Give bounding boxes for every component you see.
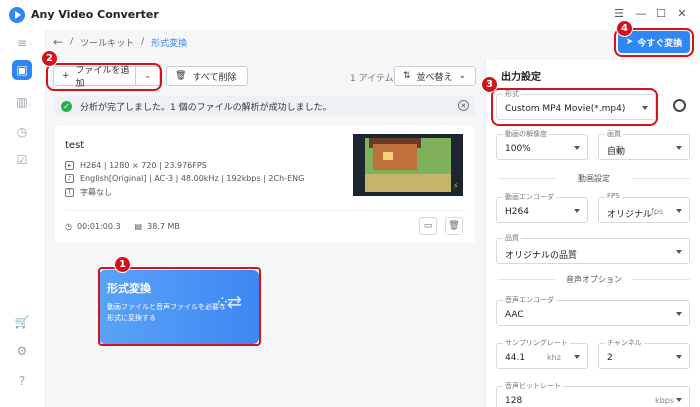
file-card[interactable]: test ▸ H264 | 1280 × 720 | 23.976FPS ♪ E… bbox=[55, 126, 475, 243]
audio-bitrate-select[interactable]: 音声ビットレート 128 kbps bbox=[496, 381, 690, 407]
subtitle-info: 字幕なし bbox=[80, 188, 112, 197]
settings-icon[interactable]: ⚙ bbox=[12, 341, 32, 361]
back-arrow-icon[interactable]: ← bbox=[53, 35, 63, 49]
step-badge-3: 3 bbox=[481, 76, 498, 93]
chevron-down-icon bbox=[574, 355, 580, 359]
app-title: Any Video Converter bbox=[31, 8, 159, 21]
duration: 00:01:00.3 bbox=[76, 222, 121, 231]
chevron-down-icon bbox=[676, 209, 682, 213]
breadcrumb-root[interactable]: ツールキット bbox=[80, 36, 134, 49]
clear-all-button[interactable]: 🗑 すべて削除 bbox=[166, 66, 248, 86]
sample-rate-select[interactable]: サンプリングレート 44.1 khz bbox=[496, 338, 588, 369]
close-icon[interactable]: ✕ bbox=[675, 7, 689, 20]
folder-icon[interactable]: ▭ bbox=[419, 217, 437, 235]
maximize-icon[interactable]: ☐ bbox=[654, 7, 668, 20]
chevron-down-icon: ⌄ bbox=[458, 71, 467, 81]
chevron-down-icon bbox=[574, 146, 580, 150]
video-encoder-select[interactable]: 動画エンコーダ H264 bbox=[496, 192, 588, 223]
sidebar: ≡ ▣ ▥ ◷ ☑ 🛒 ⚙ ? bbox=[0, 30, 44, 407]
step-badge-4: 4 bbox=[616, 20, 633, 37]
chevron-down-icon bbox=[676, 355, 682, 359]
library-icon[interactable]: ▥ bbox=[12, 92, 32, 112]
panel-title: 出力設定 bbox=[501, 72, 541, 83]
chevron-down-icon bbox=[676, 312, 682, 316]
bolt-icon: ⚡ bbox=[452, 182, 459, 192]
item-count: 1 アイテム bbox=[350, 74, 394, 84]
status-bar: ✓ 分析が完了しました。1 個のファイルの解析が成功しました。 ✕ bbox=[55, 96, 475, 116]
trash-icon: 🗑 bbox=[175, 71, 187, 81]
video-settings-heading: 動画設定 bbox=[498, 173, 690, 184]
audio-options-heading: 音声オプション bbox=[498, 274, 690, 285]
chevron-down-icon bbox=[676, 398, 682, 402]
breadcrumb: ← / ツールキット / 形式変換 bbox=[53, 35, 188, 49]
audio-encoder-select[interactable]: 音声エンコーダ AAC bbox=[496, 295, 690, 326]
collapse-icon[interactable]: ≡ bbox=[12, 33, 32, 53]
app-window: Any Video Converter ☰ — ☐ ✕ ≡ ▣ ▥ ◷ ☑ 🛒 … bbox=[0, 0, 700, 407]
menu-icon[interactable]: ☰ bbox=[612, 7, 626, 20]
resolution-select[interactable]: 動画の解像度 100% bbox=[496, 129, 588, 160]
video-info: H264 | 1280 × 720 | 23.976FPS bbox=[80, 161, 207, 170]
channel-select[interactable]: チャンネル 2 bbox=[598, 338, 690, 369]
history-icon[interactable]: ◷ bbox=[12, 122, 32, 142]
chevron-down-icon bbox=[676, 250, 682, 254]
fps-select[interactable]: FPS オリジナル fps bbox=[598, 192, 690, 223]
format-settings-gear-icon[interactable] bbox=[673, 99, 686, 112]
video-quality-select[interactable]: 品質 オリジナルの品質 bbox=[496, 233, 690, 264]
title-bar: Any Video Converter ☰ — ☐ ✕ bbox=[0, 0, 700, 30]
help-icon[interactable]: ? bbox=[12, 371, 32, 391]
clock-icon: ◷ bbox=[65, 222, 72, 231]
video-thumbnail[interactable]: ⚡ bbox=[353, 134, 463, 196]
highlight-step-3 bbox=[491, 88, 658, 126]
audio-info-icon: ♪ bbox=[65, 174, 74, 183]
highlight-step-1 bbox=[98, 267, 261, 346]
file-size: 38.7 MB bbox=[147, 222, 180, 231]
step-badge-1: 1 bbox=[114, 256, 131, 273]
close-status-icon[interactable]: ✕ bbox=[458, 100, 469, 111]
step-badge-2: 2 bbox=[41, 50, 58, 67]
sort-icon: ⇅ bbox=[403, 71, 411, 81]
cart-icon[interactable]: 🛒 bbox=[12, 312, 32, 332]
sort-button[interactable]: ⇅ 並べ替え ⌄ bbox=[394, 66, 476, 86]
minimize-icon[interactable]: — bbox=[634, 7, 648, 20]
toolkit-icon[interactable]: ▣ bbox=[12, 60, 32, 80]
delete-file-icon[interactable]: 🗑 bbox=[445, 217, 463, 235]
status-message: 分析が完了しました。1 個のファイルの解析が成功しました。 bbox=[80, 102, 332, 113]
breadcrumb-current: 形式変換 bbox=[151, 38, 188, 49]
tasks-icon[interactable]: ☑ bbox=[12, 150, 32, 170]
audio-info: English[Original] | AC-3 | 48.00kHz | 19… bbox=[80, 174, 305, 183]
app-logo-icon bbox=[9, 7, 25, 23]
chevron-down-icon bbox=[676, 146, 682, 150]
quality-select[interactable]: 画質 自動 bbox=[598, 129, 690, 160]
file-size-icon: ▤ bbox=[134, 222, 143, 231]
video-info-icon: ▸ bbox=[65, 161, 74, 170]
highlight-step-2 bbox=[46, 63, 162, 91]
check-icon: ✓ bbox=[61, 100, 72, 112]
chevron-down-icon bbox=[574, 209, 580, 213]
subtitle-icon: T bbox=[65, 188, 74, 197]
file-name: test bbox=[65, 140, 85, 151]
